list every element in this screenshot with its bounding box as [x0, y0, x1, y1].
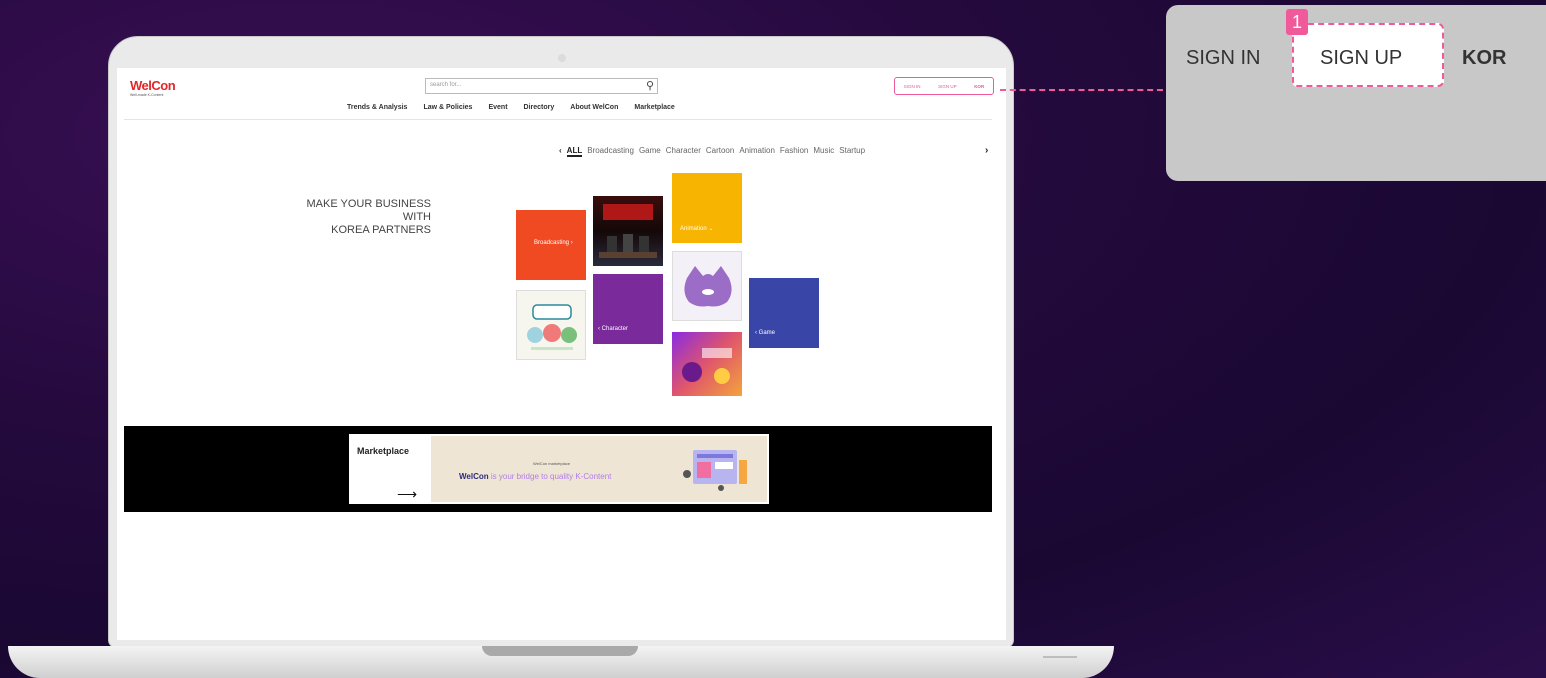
tab-cartoon[interactable]: Cartoon	[706, 146, 734, 157]
ad-headline: WelCon is your bridge to quality K-Conte…	[459, 472, 611, 481]
nav-directory[interactable]: Directory	[524, 104, 555, 111]
tile-character[interactable]: ‹ Character	[593, 274, 663, 344]
ad-brand: WelCon	[459, 472, 489, 481]
marketplace-ad[interactable]: WelCon marketplace WelCon is your bridge…	[431, 436, 767, 502]
tile-broadcasting[interactable]: Broadcasting ›	[516, 210, 586, 280]
search-input[interactable]: search for... ⚲	[425, 78, 658, 94]
category-next-icon[interactable]: ›	[985, 145, 988, 156]
signin-link[interactable]: SIGN IN	[904, 84, 921, 89]
laptop-notch	[482, 646, 638, 656]
tile-game[interactable]: ‹ Game	[749, 278, 819, 348]
tile-game-label: ‹ Game	[755, 330, 776, 336]
nav-trends[interactable]: Trends & Analysis	[347, 104, 407, 111]
hero-line-1: MAKE YOUR BUSINESS	[306, 198, 432, 210]
tile-broadcasting-label: Broadcasting ›	[534, 240, 573, 246]
tab-fashion[interactable]: Fashion	[780, 146, 808, 157]
marketplace-card[interactable]: Marketplace ⟶ WelCon marketplace WelCon …	[349, 434, 769, 504]
tile-animation[interactable]: Animation ⌄	[672, 173, 742, 243]
nav-about[interactable]: About WelCon	[570, 104, 618, 111]
tab-music[interactable]: Music	[813, 146, 834, 157]
tile-game-image[interactable]	[672, 332, 742, 396]
ghost-character-thumbnail	[684, 266, 732, 307]
tab-game[interactable]: Game	[639, 146, 661, 157]
tab-animation[interactable]: Animation	[739, 146, 775, 157]
tile-drama-image[interactable]	[593, 196, 663, 266]
hero-headline: MAKE YOUR BUSINESS WITH KOREA PARTNERS	[277, 198, 432, 237]
marketplace-illustration	[683, 450, 747, 491]
lang-link[interactable]: KOR	[974, 84, 984, 89]
arrow-right-icon[interactable]: ⟶	[397, 486, 417, 503]
search-placeholder: search for...	[430, 82, 462, 88]
tile-animation-label: Animation ⌄	[680, 226, 714, 232]
tile-ghost-image[interactable]	[672, 251, 742, 321]
game-thumbnail	[682, 348, 732, 384]
tile-character-label: ‹ Character	[598, 326, 629, 332]
tab-all[interactable]: ALL	[566, 146, 583, 157]
camera-dot	[558, 54, 566, 62]
auth-links: SIGN IN SIGN UP KOR	[894, 77, 994, 95]
logo-tagline: Well-made K-Content	[130, 93, 164, 97]
ad-kicker: WelCon marketplace	[533, 461, 571, 466]
category-tabs: ‹ ALL Broadcasting Game Character Cartoo…	[559, 146, 865, 157]
step-badge: 1	[1286, 9, 1308, 35]
header-divider	[124, 119, 992, 120]
nav-law[interactable]: Law & Policies	[423, 104, 472, 111]
marketplace-title: Marketplace	[357, 446, 410, 456]
tab-character[interactable]: Character	[666, 146, 701, 157]
marketplace-banner: Marketplace ⟶ WelCon marketplace WelCon …	[124, 426, 992, 512]
welcon-logo[interactable]: WelCon Well-made K-Content	[130, 78, 176, 97]
ad-tagline: is your bridge to quality K-Content	[490, 472, 612, 481]
zoom-callout: SIGN IN SIGN UP KOR 1	[1166, 5, 1546, 181]
tile-otto-image[interactable]	[516, 290, 586, 360]
drama-thumbnail	[599, 204, 657, 258]
main-nav: Trends & Analysis Law & Policies Event D…	[347, 104, 675, 111]
website-viewport: WelCon Well-made K-Content search for...…	[117, 68, 1006, 640]
nav-marketplace[interactable]: Marketplace	[634, 104, 674, 111]
otto-thumbnail	[527, 304, 577, 350]
hero-line-3: KOREA PARTNERS	[331, 224, 431, 236]
tab-broadcasting[interactable]: Broadcasting	[587, 146, 634, 157]
nav-event[interactable]: Event	[488, 104, 507, 111]
callout-lang[interactable]: KOR	[1462, 47, 1506, 70]
category-prev-icon[interactable]: ‹	[559, 146, 562, 157]
callout-signup[interactable]: SIGN UP	[1320, 47, 1402, 70]
logo-text: WelCon	[130, 78, 176, 93]
search-icon[interactable]: ⚲	[646, 79, 654, 92]
callout-signin[interactable]: SIGN IN	[1186, 47, 1260, 70]
tab-startup[interactable]: Startup	[839, 146, 865, 157]
signup-link[interactable]: SIGN UP	[938, 84, 957, 89]
hero-line-2: WITH	[402, 211, 431, 223]
laptop-indicator	[1043, 656, 1077, 658]
